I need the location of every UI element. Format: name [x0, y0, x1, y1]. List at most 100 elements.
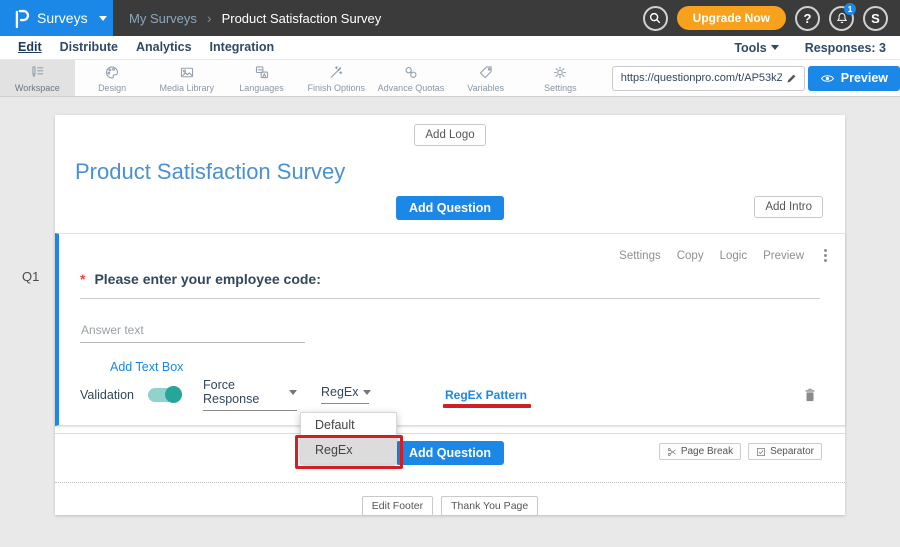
post-question-row: Add Question Page Break	[55, 433, 845, 482]
question-copy-link[interactable]: Copy	[677, 250, 704, 262]
page-break-button[interactable]: Page Break	[659, 443, 741, 460]
product-menu[interactable]: Surveys	[0, 0, 113, 36]
tab-integration[interactable]: Integration	[210, 40, 275, 55]
survey-url-wrap	[612, 60, 798, 96]
responses-count[interactable]: Responses: 3	[805, 41, 886, 55]
tools-label: Tools	[734, 41, 766, 55]
account-avatar[interactable]: S	[863, 6, 888, 31]
separator-icon	[756, 447, 766, 457]
magic-wand-icon	[327, 64, 345, 81]
dropdown-option-regex[interactable]: RegEx	[301, 436, 396, 463]
question-block: Settings Copy Logic Preview * Please ente…	[55, 233, 845, 426]
kebab-menu-icon[interactable]	[820, 247, 831, 264]
answer-text-input[interactable]	[80, 320, 305, 343]
separator-button[interactable]: Separator	[748, 443, 822, 460]
search-button[interactable]	[643, 6, 668, 31]
toggle-knob	[165, 386, 182, 403]
question-text: Please enter your employee code:	[94, 271, 320, 287]
breadcrumb: My Surveys › Product Satisfaction Survey	[129, 10, 381, 26]
regex-pattern-wrap: RegEx Pattern	[445, 388, 527, 402]
chevron-down-icon	[99, 16, 107, 21]
question-logic-link[interactable]: Logic	[720, 250, 748, 262]
dropdown-option-default[interactable]: Default	[301, 413, 396, 436]
force-response-dropdown[interactable]: Force Response	[203, 378, 297, 411]
toolbar-item-design[interactable]: Design	[75, 60, 150, 96]
image-icon	[178, 64, 196, 81]
topbar-actions: Upgrade Now ? 1 S	[643, 6, 900, 31]
gear-icon	[551, 64, 569, 81]
survey-editor-page: Q1 Add Logo Product Satisfaction Survey …	[0, 97, 900, 547]
toolbar-label: Settings	[544, 83, 577, 93]
tab-distribute[interactable]: Distribute	[60, 40, 118, 55]
tools-menu[interactable]: Tools	[734, 41, 778, 55]
avatar-letter: S	[871, 11, 880, 26]
toolbar-label: Finish Options	[307, 83, 365, 93]
add-logo-button[interactable]: Add Logo	[414, 124, 485, 146]
card-footer-row: Edit Footer Thank You Page	[55, 482, 845, 523]
breadcrumb-separator-icon: ›	[207, 10, 212, 26]
toolbar-item-media-library[interactable]: Media Library	[149, 60, 224, 96]
chevron-down-icon	[289, 390, 297, 395]
separator-label: Separator	[770, 446, 814, 457]
pencil-icon	[785, 72, 798, 85]
toolbar-label: Workspace	[15, 83, 60, 93]
chevron-down-icon	[363, 390, 371, 395]
question-menu: Settings Copy Logic Preview	[619, 247, 831, 264]
tag-icon	[477, 64, 495, 81]
add-text-box-link[interactable]: Add Text Box	[110, 360, 183, 374]
scissors-icon	[667, 447, 677, 457]
preview-button[interactable]: Preview	[808, 66, 900, 91]
tab-analytics[interactable]: Analytics	[136, 40, 192, 55]
workspace-toolbar: Workspace Design Media Library Languages	[0, 59, 900, 97]
toolbar-item-workspace[interactable]: Workspace	[0, 60, 75, 96]
edit-footer-button[interactable]: Edit Footer	[362, 496, 433, 516]
validation-type-dropdown[interactable]: RegEx	[321, 385, 369, 404]
survey-card: Add Logo Product Satisfaction Survey Add…	[55, 115, 845, 515]
toolbar-label: Advance Quotas	[378, 83, 445, 93]
help-button[interactable]: ?	[795, 6, 820, 31]
survey-url-field[interactable]	[612, 66, 805, 91]
workspace-icon	[28, 64, 46, 81]
questionpro-app: Surveys My Surveys › Product Satisfactio…	[0, 0, 900, 547]
thank-you-page-button[interactable]: Thank You Page	[441, 496, 538, 516]
add-question-row: Add Question Add Intro	[55, 198, 845, 220]
breadcrumb-parent[interactable]: My Surveys	[129, 11, 197, 26]
validation-type-label: RegEx	[321, 385, 359, 399]
upgrade-now-button[interactable]: Upgrade Now	[677, 6, 786, 30]
add-question-button-bottom[interactable]: Add Question	[396, 441, 504, 465]
question-preview-link[interactable]: Preview	[763, 250, 804, 262]
trash-icon	[803, 387, 817, 403]
toolbar-item-advance-quotas[interactable]: Advance Quotas	[374, 60, 449, 96]
tab-edit[interactable]: Edit	[18, 40, 42, 55]
add-logo-row: Add Logo	[55, 115, 845, 146]
delete-question-button[interactable]	[803, 387, 817, 403]
toolbar-item-settings[interactable]: Settings	[523, 60, 598, 96]
preview-label: Preview	[841, 71, 888, 85]
toolbar-item-finish-options[interactable]: Finish Options	[299, 60, 374, 96]
question-settings-link[interactable]: Settings	[619, 250, 661, 262]
translate-icon	[253, 64, 271, 81]
validation-type-menu: Default RegEx	[300, 412, 397, 464]
toolbar-item-languages[interactable]: Languages	[224, 60, 299, 96]
toolbar-item-variables[interactable]: Variables	[448, 60, 523, 96]
toolbar-label: Languages	[239, 83, 284, 93]
add-question-button[interactable]: Add Question	[396, 196, 504, 220]
survey-subnav: Edit Distribute Analytics Integration To…	[0, 36, 900, 59]
page-break-label: Page Break	[681, 446, 733, 457]
validation-toggle[interactable]	[148, 388, 181, 402]
subnav-right: Tools Responses: 3	[734, 41, 900, 55]
add-intro-button[interactable]: Add Intro	[754, 196, 823, 218]
survey-title[interactable]: Product Satisfaction Survey	[75, 159, 845, 185]
edit-url-button[interactable]	[785, 72, 798, 85]
validation-label: Validation	[80, 388, 134, 402]
required-marker: *	[80, 271, 85, 287]
product-menu-label: Surveys	[37, 10, 88, 26]
eye-icon	[820, 73, 835, 84]
question-text-row[interactable]: * Please enter your employee code:	[80, 271, 820, 299]
chain-links-icon	[402, 64, 420, 81]
regex-pattern-link[interactable]: RegEx Pattern	[445, 388, 527, 402]
notifications-button[interactable]: 1	[829, 6, 854, 31]
toolbar-label: Media Library	[160, 83, 215, 93]
toolbar-label: Design	[98, 83, 126, 93]
breadcrumb-current: Product Satisfaction Survey	[222, 11, 382, 26]
